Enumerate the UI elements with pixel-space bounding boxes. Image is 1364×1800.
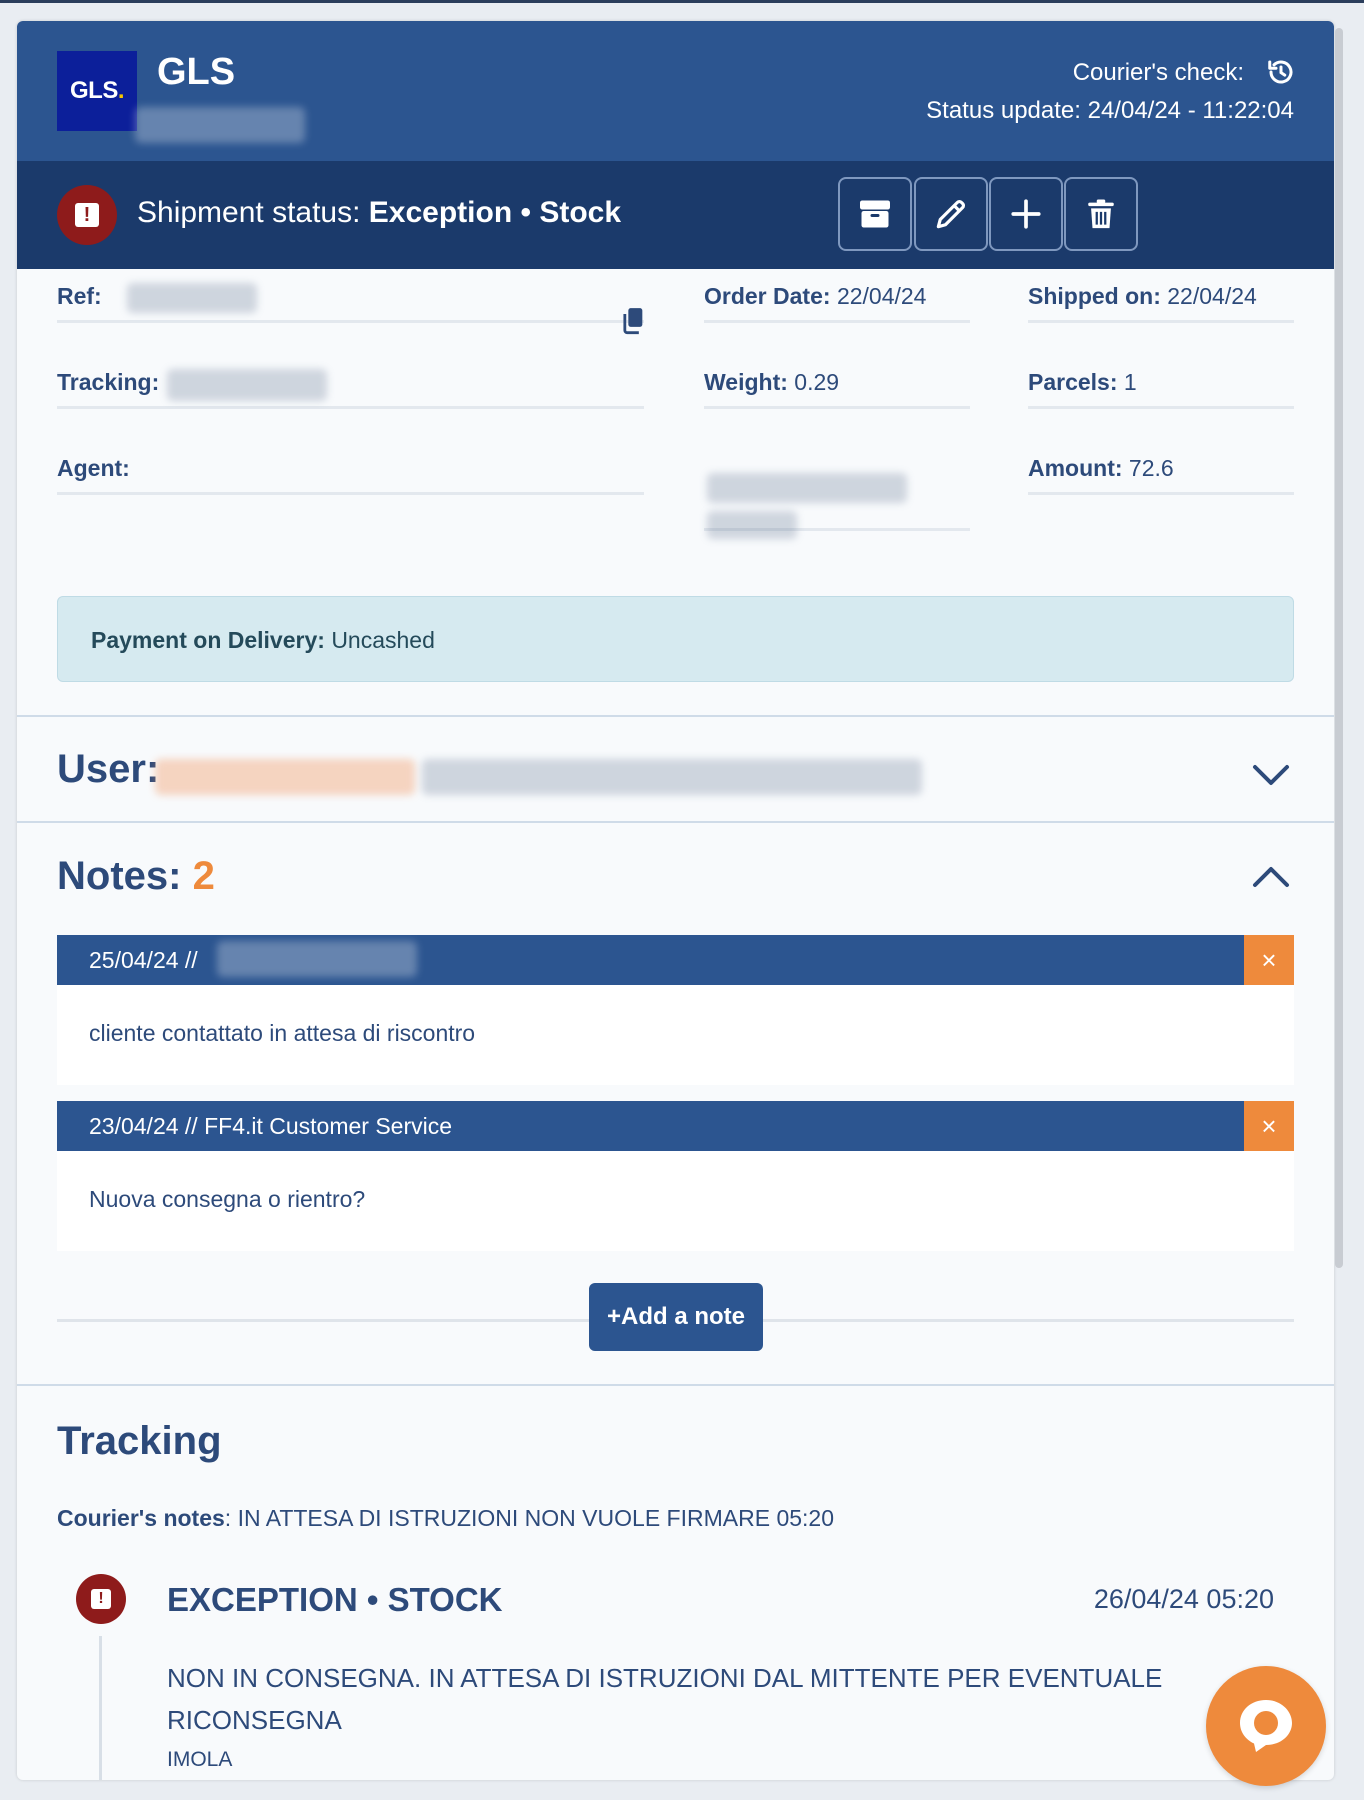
- scrollbar[interactable]: [1335, 28, 1343, 1268]
- divider: [17, 821, 1334, 823]
- courier-notes: Courier's notes: IN ATTESA DI ISTRUZIONI…: [57, 1505, 834, 1531]
- exception-icon: !: [57, 185, 117, 245]
- event-title: EXCEPTION • STOCK: [167, 1581, 503, 1618]
- delete-note-button[interactable]: ×: [1244, 935, 1294, 985]
- redacted-note-author: [217, 941, 417, 977]
- box-button[interactable]: [838, 177, 912, 251]
- event-place: IMOLA: [167, 1748, 233, 1771]
- history-icon[interactable]: [1266, 57, 1296, 87]
- edit-button[interactable]: [914, 177, 988, 251]
- event-description: NON IN CONSEGNA. IN ATTESA DI ISTRUZIONI…: [167, 1663, 1163, 1735]
- shipped-on-field: Shipped on: 22/04/24: [1028, 283, 1294, 323]
- redacted-ref: [127, 283, 257, 313]
- tracking-section-title: Tracking: [57, 1419, 222, 1463]
- add-note-button[interactable]: +Add a note: [589, 1283, 763, 1351]
- weight-field: Weight: 0.29: [704, 369, 970, 409]
- redacted-text-line-1: [707, 473, 907, 503]
- notes-section-title: Notes: 2: [57, 854, 215, 898]
- amount-field: Amount: 72.6: [1028, 455, 1294, 495]
- chat-button[interactable]: [1206, 1666, 1326, 1786]
- add-button[interactable]: [989, 177, 1063, 251]
- courier-check-label: Courier's check:: [1072, 59, 1244, 86]
- shipment-status: Shipment status: Exception • Stock: [137, 196, 622, 229]
- courier-name: GLS: [157, 51, 236, 93]
- note-header: 23/04/24 // FF4.it Customer Service ×: [57, 1101, 1294, 1151]
- redacted-user-name: [155, 759, 415, 795]
- window-top-edge: [0, 0, 1364, 3]
- delete-note-button[interactable]: ×: [1244, 1101, 1294, 1151]
- timeline-line: [99, 1636, 102, 1780]
- trash-icon: [1088, 199, 1114, 229]
- note-text: Nuova consegna o rientro?: [57, 1151, 1294, 1251]
- parcels-field: Parcels: 1: [1028, 369, 1294, 409]
- redacted-text-line-2: [707, 511, 797, 539]
- order-date-field: Order Date: 22/04/24: [704, 283, 970, 323]
- redacted-shipment-code: [135, 107, 305, 143]
- event-date: 26/04/24 05:20: [1093, 1584, 1274, 1614]
- chevron-up-icon[interactable]: [1251, 861, 1291, 891]
- plus-icon: [1011, 199, 1041, 229]
- note-text: cliente contattato in attesa di riscontr…: [57, 985, 1294, 1085]
- payment-on-delivery: Payment on Delivery: Uncashed: [57, 596, 1294, 682]
- tracking-field: Tracking:: [57, 369, 644, 409]
- copy-icon[interactable]: [621, 307, 645, 335]
- shipment-status-bar: ! Shipment status: Exception • Stock: [17, 161, 1334, 269]
- divider: [17, 1384, 1334, 1386]
- pencil-icon: [936, 200, 965, 229]
- chat-bubble-icon: [1240, 1700, 1292, 1752]
- status-update: Status update: 24/04/24 - 11:22:04: [926, 97, 1294, 124]
- redacted-tracking: [167, 369, 327, 401]
- shipment-card: GLS. GLS Courier's check: Status update:…: [17, 21, 1334, 1780]
- courier-logo: GLS.: [57, 51, 137, 131]
- agent-field: Agent:: [57, 455, 644, 495]
- exception-event-icon: !: [76, 1574, 126, 1624]
- chevron-down-icon[interactable]: [1251, 759, 1291, 789]
- divider: [17, 715, 1334, 717]
- box-icon: [860, 200, 890, 228]
- card-header: GLS. GLS Courier's check: Status update:…: [17, 21, 1334, 161]
- user-section-title: User:: [57, 747, 160, 791]
- redacted-user-address: [422, 759, 922, 795]
- delete-button[interactable]: [1064, 177, 1138, 251]
